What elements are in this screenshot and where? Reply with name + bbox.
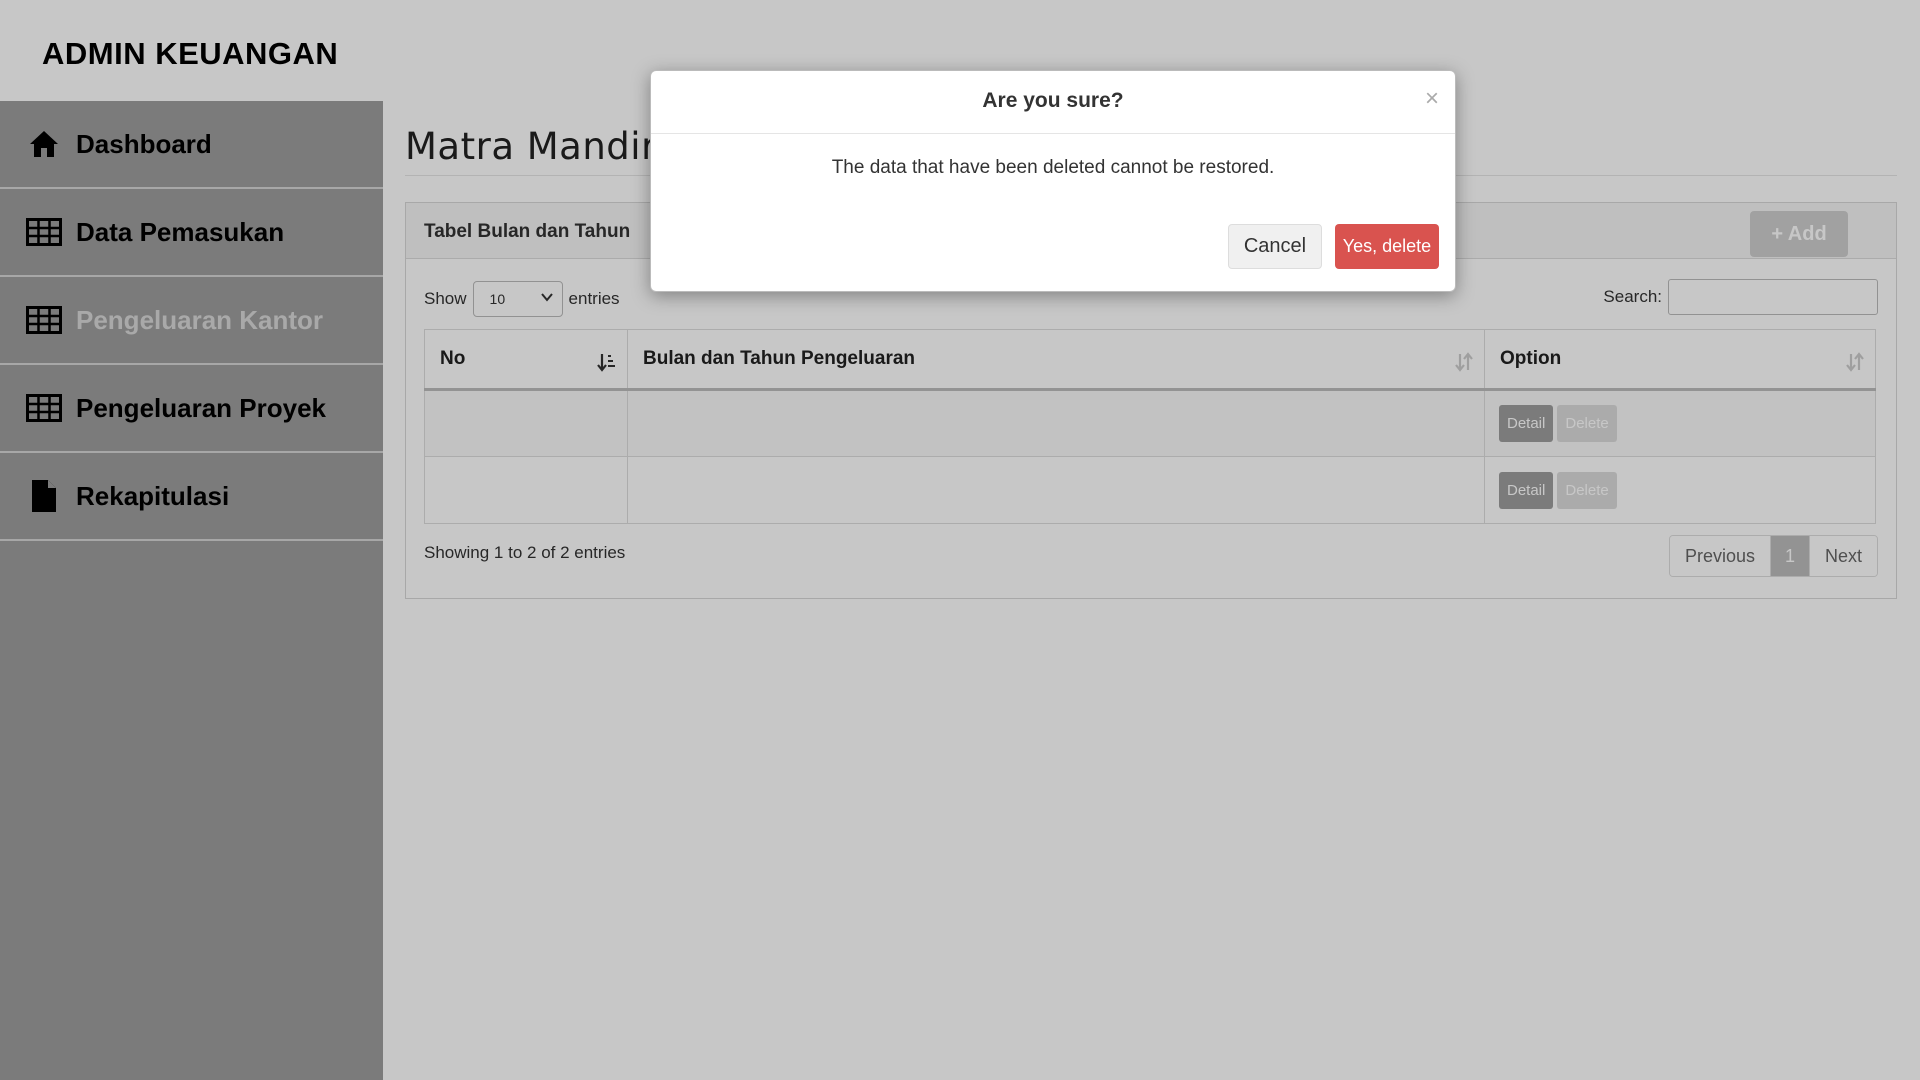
dialog-message: The data that have been deleted cannot b… [831, 157, 1275, 178]
confirm-delete-button[interactable]: Yes, delete [1335, 224, 1439, 269]
close-icon[interactable]: × [1425, 87, 1439, 111]
dialog-header: Are you sure? × [651, 71, 1455, 134]
cancel-button[interactable]: Cancel [1228, 224, 1322, 269]
confirm-dialog: Are you sure? × The data that have been … [650, 70, 1456, 292]
dialog-title: Are you sure? [982, 89, 1124, 112]
